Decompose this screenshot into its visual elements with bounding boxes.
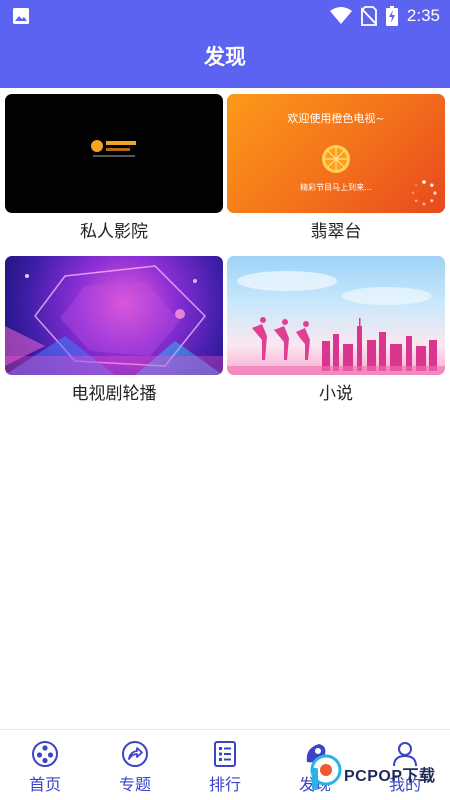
card-label: 电视剧轮播 [71,384,157,404]
card-label: 小说 [319,384,353,404]
share-arrow-icon [122,741,148,767]
status-bar: 2:35 [0,0,450,32]
nav-item-home[interactable]: 首页 [0,730,90,800]
city-dancers-image [227,271,445,375]
gallery-icon [13,8,29,24]
watermark-logo-icon [310,754,342,790]
card-private-cinema[interactable]: 私人影院 [5,94,223,243]
abstract-art-image [5,265,223,375]
thumb-welcome-text: 欢迎使用橙色电视~ [287,112,385,125]
card-tv-series-loop[interactable]: 电视剧轮播 [5,256,223,405]
card-label: 翡翠台 [310,222,362,242]
watermark: PCPOP下载 [308,748,450,792]
nav-label: 排行 [208,775,241,794]
card-thumbnail[interactable] [227,256,445,375]
nav-item-ranking[interactable]: 排行 [180,730,270,800]
list-rank-icon [214,741,236,767]
orange-slice-icon [322,145,350,173]
nav-label: 专题 [118,775,151,794]
film-reel-icon [32,741,58,767]
card-novel[interactable]: 小说 [227,256,445,405]
page-title: 发现 [0,32,450,88]
card-thumbnail[interactable] [5,256,223,375]
card-thumbnail[interactable]: 欢迎使用橙色电视~ 精彩节目马上到来... [227,94,445,213]
battery-charging-icon [385,6,398,26]
card-jade-channel[interactable]: 欢迎使用橙色电视~ 精彩节目马上到来... 翡翠台 [227,94,445,243]
loading-spinner-icon [411,180,437,206]
card-thumbnail[interactable] [5,94,223,213]
status-time: 2:35 [406,6,440,25]
wifi-icon [329,7,352,24]
nav-label: 首页 [28,775,61,794]
nav-item-topics[interactable]: 专题 [90,730,180,800]
watermark-text: PCPOP下载 [344,768,436,785]
card-label: 私人影院 [80,222,148,242]
huya-logo-icon [91,138,137,160]
no-sim-icon [360,6,377,26]
